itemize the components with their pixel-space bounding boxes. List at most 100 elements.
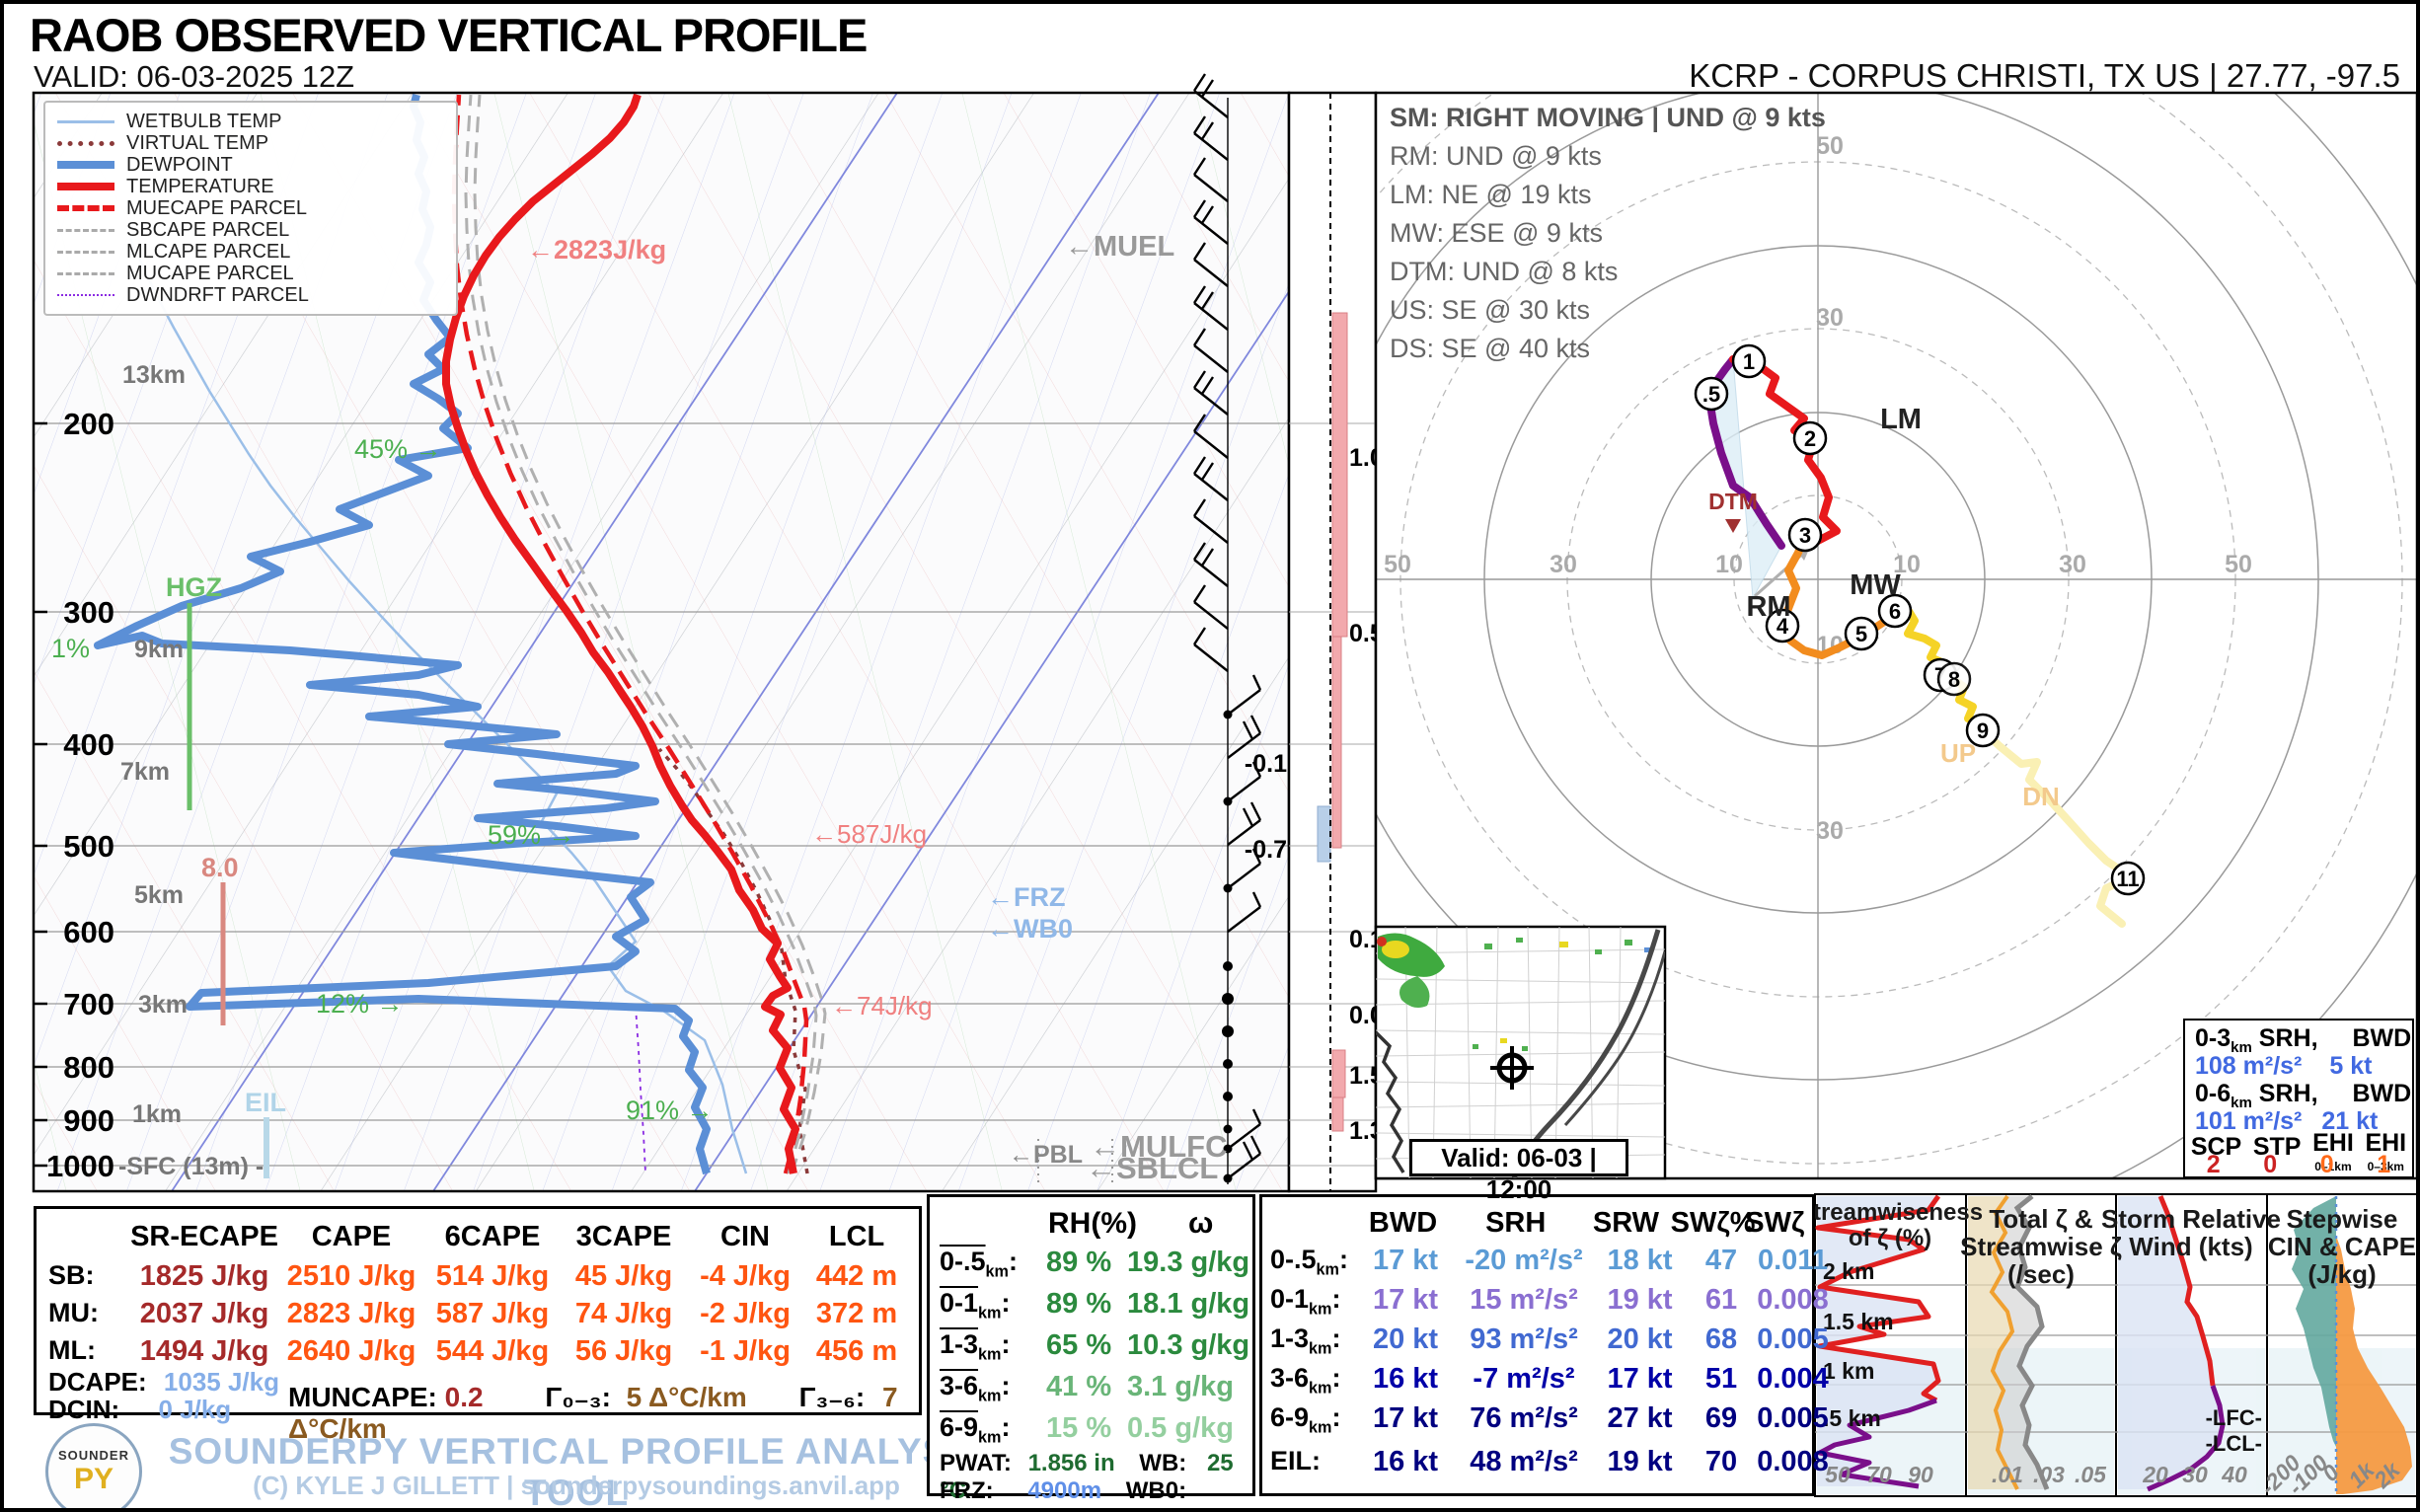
svg-text:30: 30 [2059,551,2086,578]
svg-text:500: 500 [63,829,114,864]
shear-row-69: 6-9km: 17 kt 76 m²/s² 27 kt 69 0.005 [1270,1402,1829,1437]
svg-text:50: 50 [2225,551,2252,578]
svg-text:900: 900 [63,1103,114,1138]
sounderpy-logo: SOUNDER PY [45,1423,142,1508]
svg-text:.05: .05 [2075,1462,2107,1487]
mr-value: 10.3 g/kg [1127,1329,1250,1361]
svg-text:10: 10 [1715,551,1743,578]
rh-header: RH(%) [1048,1207,1137,1240]
svg-text:9: 9 [1977,718,1989,743]
legend-label: TEMPERATURE [126,175,274,197]
muecape-line-sample [57,205,114,211]
rh-value: 89 % [1046,1247,1112,1278]
frz-row: FRZ: 4900m WB0: 4400m [940,1477,1187,1508]
thermo-header-row: SR-ECAPE CAPE 6CAPE 3CAPE CIN LCL [130,1221,885,1252]
mucape-line-sample [57,271,114,275]
legend-label: DEWPOINT [126,153,233,176]
svg-text:.5 km: .5 km [1823,1405,1881,1431]
rh59-label: 59% → [488,820,575,850]
dtm-info: DTM: UND @ 8 kts [1390,257,1619,286]
svg-text:.5: .5 [1702,382,1720,407]
dtm-label: DTM [1708,489,1758,514]
svg-text:Stepwise: Stepwise [2287,1204,2398,1234]
sbcape-line-sample [57,228,114,232]
frz-label: ←FRZ [987,882,1065,912]
mr-value: 0.5 g/kg [1127,1412,1234,1444]
svg-text:(/sec): (/sec) [2007,1259,2075,1289]
moisture-row: 0-.5km: [940,1247,1018,1281]
svg-text:400: 400 [63,727,114,762]
mr-value: 3.1 g/kg [1127,1371,1234,1402]
svg-text:Wind (kts): Wind (kts) [2129,1232,2252,1261]
svg-text:CIN & CAPE: CIN & CAPE [2268,1232,2416,1261]
svg-text:8: 8 [1948,667,1960,692]
sblcl-label: ←SBLCL [1086,1151,1218,1185]
srh-summary-box: 0-3km SRH, BWD 108 m²/s² 5 kt 0-6km SRH, … [2183,1019,2414,1178]
svg-text:20: 20 [2142,1462,2168,1487]
svg-text:(J/kg): (J/kg) [2307,1259,2376,1289]
logo-text-top: SOUNDER [57,1448,129,1463]
map-valid-label: Valid: 06-03 | 12:00 [1409,1139,1628,1204]
hgz-label: HGZ [166,572,222,602]
mr-value: 19.3 g/kg [1127,1247,1250,1278]
dwndrft-line-sample [57,294,114,296]
dn-label: DN [2022,782,2060,811]
skewt-legend: WETBULB TEMP VIRTUAL TEMP DEWPOINT TEMPE… [43,101,458,316]
us-info: US: SE @ 30 kts [1390,295,1590,325]
legend-label: DWNDRFT PARCEL [126,283,309,306]
legend-label: VIRTUAL TEMP [126,131,269,154]
thermo-row-sb: SB: 1825 J/kg 2510 J/kg 514 J/kg 45 J/kg… [48,1260,898,1292]
legend-label: MUCAPE PARCEL [126,262,294,284]
mlcape-line-sample [57,250,114,254]
legend-label: MLCAPE PARCEL [126,240,291,263]
eil-label: EIL [245,1088,286,1117]
cape6-label: ←587J/kg [811,819,927,849]
rm-info: RM: UND @ 9 kts [1390,141,1602,171]
svg-text:2 km: 2 km [1823,1258,1874,1284]
dcin-row: DCIN: 0 J/kg [48,1395,232,1424]
omega-header: ω [1188,1207,1214,1240]
svg-text:1000: 1000 [46,1149,114,1183]
moisture-row: 3-6km: [940,1371,1011,1405]
svg-text:1km: 1km [132,1100,182,1128]
moisture-table: RH(%) ω 0-.5km: 89 % 19.3 g/kg 0-1km: 89… [927,1194,1255,1508]
svg-text:5km: 5km [134,881,184,909]
sfc-label: -SFC (13m) - [118,1153,264,1180]
svg-text:2: 2 [1804,426,1816,451]
svg-text:Storm Relative: Storm Relative [2101,1204,2281,1234]
svg-text:300: 300 [63,595,114,630]
thermo-row-mu: MU: 2037 J/kg 2823 J/kg 587 J/kg 74 J/kg… [48,1298,898,1329]
svg-text:Streamwise ζ: Streamwise ζ [1960,1232,2122,1261]
svg-text:70: 70 [1866,1462,1892,1487]
shear-table: BWD SRH SRW SWζ% SWζ 0-.5km: 17 kt -20 m… [1259,1194,1829,1496]
svg-text:30: 30 [2182,1462,2208,1487]
pbl-label: ←PBL [1009,1141,1083,1169]
svg-text:.01: .01 [1992,1462,2023,1487]
mw-info: MW: ESE @ 9 kts [1390,218,1603,248]
cape3-label: ←74J/kg [831,991,933,1021]
rh-value: 15 % [1046,1412,1112,1444]
svg-text:Total ζ &: Total ζ & [1989,1204,2092,1234]
rh-value: 65 % [1046,1329,1112,1361]
rh91-label: 91% → [626,1096,714,1125]
rh-value: 89 % [1046,1288,1112,1320]
rh1-label: 1% [51,634,90,663]
mr-value: 18.1 g/kg [1127,1288,1250,1320]
thermo-row-ml: ML: 1494 J/kg 2640 J/kg 544 J/kg 56 J/kg… [48,1335,898,1367]
svg-text:7km: 7km [120,758,170,786]
shear-row-eil: EIL: 16 kt 48 m²/s² 19 kt 70 0.008 [1270,1446,1829,1477]
shear-row-13: 1-3km: 20 kt 93 m²/s² 20 kt 68 0.005 [1270,1323,1829,1358]
muncape-row: MUNCAPE: 0.2 Γ₀₋₃: 5 Δ°C/km Γ₃₋₆: 7 Δ°C/… [288,1382,898,1444]
svg-text:90: 90 [1908,1462,1933,1487]
mw-label: MW [1850,569,1901,601]
moisture-row: 0-1km: [940,1288,1011,1323]
svg-text:700: 700 [63,987,114,1021]
ds-info: DS: SE @ 40 kts [1390,334,1590,363]
svg-text:600: 600 [63,915,114,949]
sm-info: SM: RIGHT MOVING | UND @ 9 kts [1390,103,1826,132]
svg-text:.03: .03 [2033,1462,2065,1487]
wetbulb-line-sample [57,119,114,123]
moisture-row: 6-9km: [940,1412,1011,1447]
svg-text:5: 5 [1855,622,1867,646]
storm-motion-info: SM: RIGHT MOVING | UND @ 9 kts RM: UND @… [1390,99,1826,368]
